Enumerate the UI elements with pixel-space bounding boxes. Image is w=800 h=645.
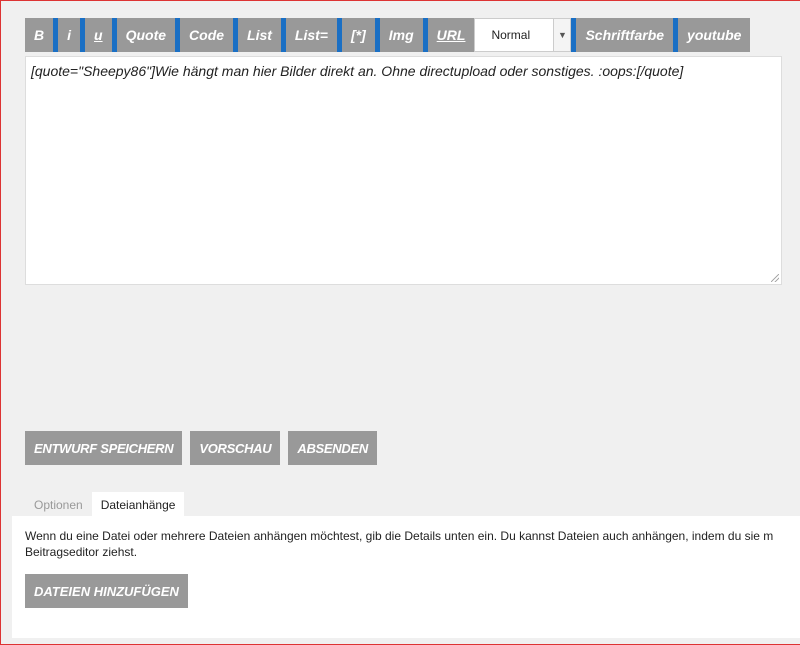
italic-button[interactable]: i [58,18,86,52]
url-label: URL [436,27,466,43]
attachments-info: Wenn du eine Datei oder mehrere Dateien … [25,528,800,560]
form-actions: ENTWURF SPEICHERN VORSCHAU ABSENDEN [25,431,377,465]
chevron-down-icon: ▼ [553,19,571,51]
font-color-button[interactable]: Schriftfarbe [576,18,679,52]
add-files-button[interactable]: DATEIEN HINZUFÜGEN [25,574,188,608]
youtube-button[interactable]: youtube [678,18,751,52]
url-button[interactable]: URL [427,18,475,52]
options-tabs: Optionen Dateianhänge [25,492,185,517]
underline-button[interactable]: u [85,18,117,52]
attachments-panel: Wenn du eine Datei oder mehrere Dateien … [12,516,800,638]
editor-content: [quote="Sheepy86"]Wie hängt man hier Bil… [31,63,684,79]
tab-options[interactable]: Optionen [25,492,92,517]
save-draft-button[interactable]: ENTWURF SPEICHERN [25,431,183,465]
image-button[interactable]: Img [379,18,428,52]
submit-button[interactable]: ABSENDEN [288,431,377,465]
ordered-list-button[interactable]: List= [285,18,342,52]
preview-button[interactable]: VORSCHAU [190,431,281,465]
message-editor[interactable]: [quote="Sheepy86"]Wie hängt man hier Bil… [25,56,782,285]
code-button[interactable]: Code [180,18,239,52]
tab-attachments[interactable]: Dateianhänge [91,492,185,517]
list-button[interactable]: List [238,18,286,52]
list-item-button[interactable]: [*] [342,18,380,52]
font-size-select[interactable]: Normal ▼ [474,18,572,52]
attachments-info-line2: Beitragseditor ziehst. [25,545,138,559]
font-size-value: Normal [491,28,531,42]
underline-label: u [94,27,103,43]
bold-button[interactable]: B [25,18,59,52]
resize-grip-icon[interactable] [771,274,779,282]
quote-button[interactable]: Quote [116,18,181,52]
bbcode-toolbar: B i u Quote Code List List= [*] Img URL … [25,18,751,52]
attachments-info-line1: Wenn du eine Datei oder mehrere Dateien … [25,529,774,543]
